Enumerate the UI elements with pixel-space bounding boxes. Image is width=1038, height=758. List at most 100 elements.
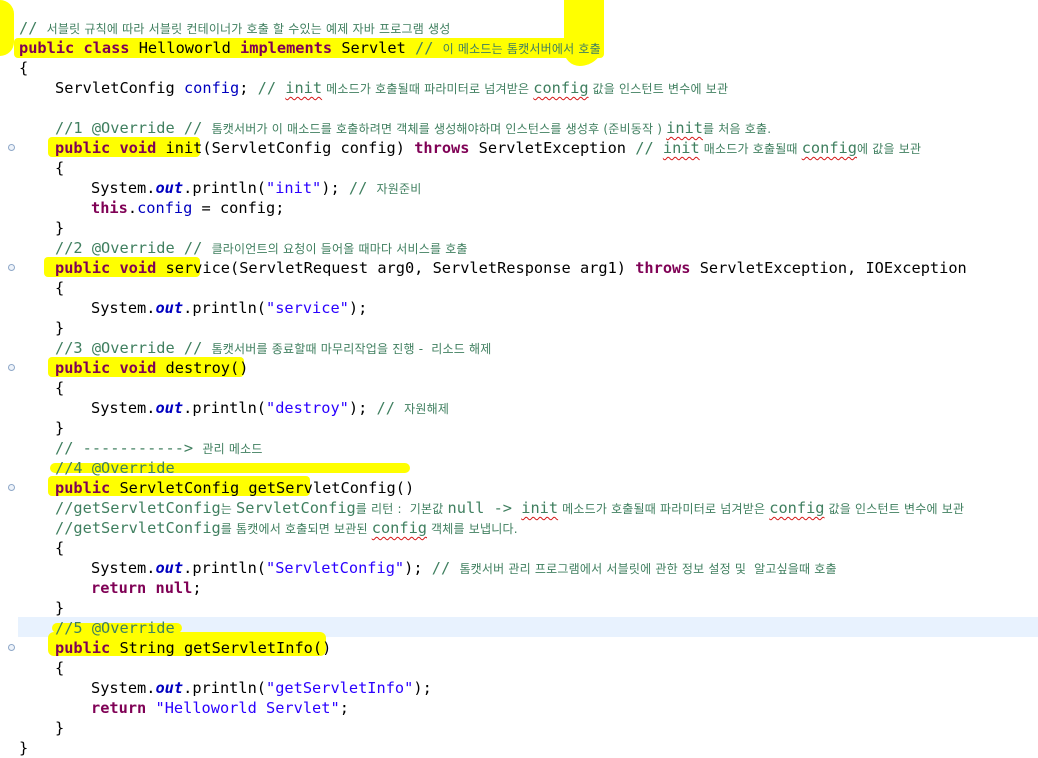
code-token: // -----------> <box>55 439 203 457</box>
code-token: System. <box>91 679 156 697</box>
code-token: public void <box>55 359 157 377</box>
code-token: System. <box>91 299 156 317</box>
code-token: "ServletConfig" <box>266 559 405 577</box>
code-token: config <box>769 499 825 517</box>
code-line[interactable]: } <box>55 418 64 438</box>
code-token: out <box>155 679 184 697</box>
code-token: } <box>55 719 65 737</box>
code-line[interactable]: //getServletConfig를 톰캣에서 호출되면 보관된 config… <box>55 518 518 538</box>
code-line[interactable]: //5 @Override <box>55 618 175 638</box>
code-token: public void <box>55 139 157 157</box>
code-token: "init" <box>266 179 322 197</box>
code-line[interactable]: ServletConfig config; // init 메소드가 호출될때 … <box>55 78 728 98</box>
code-token: ; <box>192 579 202 597</box>
code-line[interactable]: // -----------> 관리 메소드 <box>55 438 263 458</box>
code-token: 톰캣서버가 이 매소드를 호출하려면 객체를 생성해야하며 인스턴스를 생성후 … <box>211 122 667 136</box>
code-token: ServletException, IOException <box>690 259 967 277</box>
code-line[interactable]: { <box>55 658 64 678</box>
code-line[interactable]: System.out.println("getServletInfo"); <box>91 678 432 698</box>
code-line[interactable]: return "Helloworld Servlet"; <box>91 698 349 718</box>
code-line[interactable]: System.out.println("service"); <box>91 298 367 318</box>
code-token: init <box>666 119 703 137</box>
code-line[interactable]: return null; <box>91 578 202 598</box>
code-token: service(ServletRequest arg0, ServletResp… <box>156 259 636 277</box>
code-token: 값을 인스턴트 변수에 보관 <box>824 502 965 516</box>
code-token: out <box>155 299 184 317</box>
code-token: "service" <box>266 299 349 317</box>
code-line[interactable]: { <box>55 158 64 178</box>
code-token: String getServletInfo() <box>110 639 332 657</box>
code-token: 자원준비 <box>376 182 422 196</box>
code-line[interactable]: } <box>55 598 64 618</box>
code-token: config <box>183 79 240 97</box>
code-token: } <box>55 599 65 617</box>
code-token: 를 처음 호출. <box>702 122 772 136</box>
code-token: 메소드가 호출될때 파라미터로 넘겨받은 <box>322 82 534 96</box>
code-line[interactable]: System.out.println("ServletConfig"); // … <box>91 558 837 578</box>
code-line[interactable]: { <box>19 58 28 78</box>
code-token: System. <box>91 179 156 197</box>
code-token: public void <box>55 259 157 277</box>
code-token: .println( <box>183 399 266 417</box>
code-line[interactable]: public String getServletInfo() <box>55 638 331 658</box>
code-line[interactable]: { <box>55 538 64 558</box>
code-token: { <box>55 279 65 297</box>
code-token: //4 @Override <box>55 459 175 477</box>
code-token: Servlet <box>332 39 416 57</box>
code-token: 자원해제 <box>404 402 450 416</box>
code-token: 값을 인스턴트 변수에 보관 <box>588 82 729 96</box>
code-line[interactable]: //1 @Override // 톰캣서버가 이 매소드를 호출하려면 객체를 … <box>55 118 771 138</box>
code-lines[interactable]: // 서블릿 규칙에 따라 서블릿 컨테이너가 호출 할 수있는 예제 자바 프… <box>0 0 1038 757</box>
code-token: 는 <box>220 502 237 516</box>
code-token: System. <box>91 559 156 577</box>
code-line[interactable]: //2 @Override // 클라이언트의 요청이 들어올 때마다 서비스를… <box>55 238 468 258</box>
code-token: ); <box>321 179 349 197</box>
code-token: config <box>801 139 857 157</box>
code-token: { <box>19 59 29 77</box>
code-token: config <box>533 79 589 97</box>
code-editor[interactable]: // 서블릿 규칙에 따라 서블릿 컨테이너가 호출 할 수있는 예제 자바 프… <box>0 0 1038 757</box>
code-line[interactable]: public void service(ServletRequest arg0,… <box>55 258 967 278</box>
code-line[interactable]: } <box>55 318 64 338</box>
code-line[interactable]: // 서블릿 규칙에 따라 서블릿 컨테이너가 호출 할 수있는 예제 자바 프… <box>19 18 450 38</box>
code-token: } <box>55 319 65 337</box>
code-line[interactable]: { <box>55 278 64 298</box>
code-token: //getServletConfig <box>55 519 221 537</box>
code-token: ); <box>348 299 368 317</box>
code-token: 를 리턴 : 기본값 <box>355 502 448 516</box>
code-line[interactable]: } <box>55 218 64 238</box>
code-line[interactable]: } <box>19 738 28 758</box>
code-line[interactable]: } <box>55 718 64 738</box>
code-line[interactable]: //getServletConfig는 ServletConfig를 리턴 : … <box>55 498 964 518</box>
code-line[interactable]: public void destroy() <box>55 358 248 378</box>
code-token: out <box>155 179 184 197</box>
code-line[interactable]: { <box>55 378 64 398</box>
code-line[interactable]: //3 @Override // 톰캣서버를 종료할때 마무리작업을 진행 - … <box>55 338 491 358</box>
code-line[interactable]: public class Helloworld implements Servl… <box>19 38 601 58</box>
code-token: .println( <box>183 299 266 317</box>
code-line[interactable]: this.config = config; <box>91 198 284 218</box>
code-token: throws <box>635 259 691 277</box>
code-token: 에 값을 보관 <box>856 142 922 156</box>
code-line[interactable]: //4 @Override <box>55 458 175 478</box>
code-token: } <box>55 419 65 437</box>
code-token: this <box>91 199 128 217</box>
code-line[interactable]: System.out.println("init"); // 자원준비 <box>91 178 422 198</box>
code-token: ServletConfig <box>236 499 356 517</box>
code-line[interactable]: public void init(ServletConfig config) t… <box>55 138 921 158</box>
code-line[interactable]: System.out.println("destroy"); // 자원해제 <box>91 398 449 418</box>
code-token: 이 메소드는 톰캣서버에서 호출 <box>442 42 601 56</box>
code-token: out <box>155 399 184 417</box>
code-token: //3 @Override // <box>55 339 212 357</box>
code-token: out <box>155 559 184 577</box>
code-token: "destroy" <box>266 399 349 417</box>
code-token: { <box>55 159 65 177</box>
code-token: ; <box>339 699 349 717</box>
code-token: 메소드가 호출될때 파라미터로 넘겨받은 <box>558 502 770 516</box>
code-token: null -> <box>447 499 522 517</box>
code-token: } <box>19 739 29 757</box>
code-line[interactable]: public ServletConfig getServletConfig() <box>55 478 414 498</box>
code-token: 클라이언트의 요청이 들어올 때마다 서비스를 호출 <box>211 242 468 256</box>
code-token: { <box>55 379 65 397</box>
code-token: "Helloworld Servlet" <box>155 699 340 717</box>
